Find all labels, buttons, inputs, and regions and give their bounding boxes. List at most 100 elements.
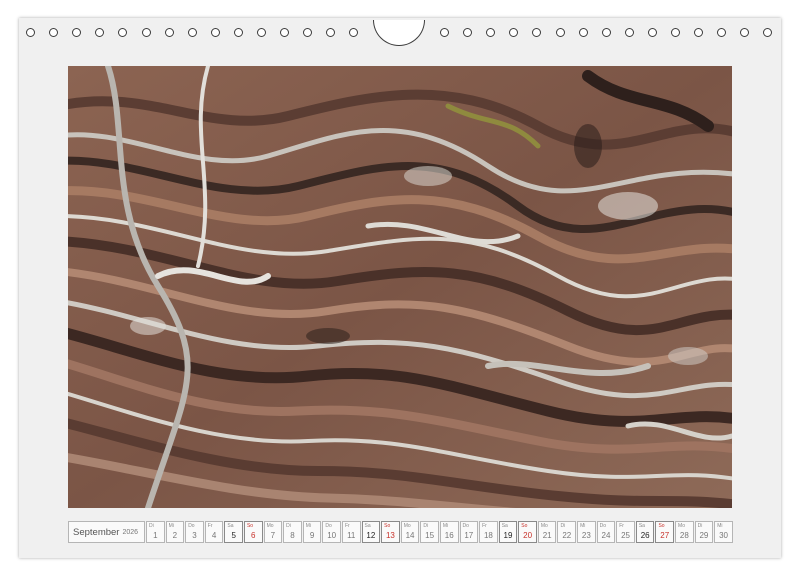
day-number: 26: [640, 531, 650, 540]
day-number: 7: [270, 531, 276, 540]
binding-ring: [509, 28, 519, 37]
day-cell: Sa 19: [498, 521, 518, 543]
binding-ring: [486, 28, 496, 37]
month-calendar-strip: September 2026 Di 1 Mi 2 Do 3 Fr 4 Sa 5 So 6 Mo 7 Di 8 M…: [68, 521, 733, 543]
binding-ring: [26, 28, 35, 37]
day-number: 18: [483, 531, 493, 540]
day-cell: Do 24: [596, 521, 616, 543]
day-cell: Mi 16: [439, 521, 459, 543]
binding-ring: [303, 28, 313, 37]
weekday-label: Sa: [364, 523, 371, 529]
binding-ring: [95, 28, 105, 37]
day-number: 27: [660, 531, 670, 540]
rock-texture-image: [68, 66, 732, 508]
weekday-label: Do: [462, 523, 469, 529]
day-number: 8: [290, 531, 295, 540]
day-cell: Mo 7: [263, 521, 283, 543]
day-number: 25: [621, 531, 630, 540]
day-cell: Mi 2: [165, 521, 185, 543]
month-label-cell: September 2026: [68, 521, 145, 543]
weekday-label: Do: [325, 523, 332, 529]
weekday-label: Mo: [266, 523, 274, 529]
binding-ring: [280, 28, 290, 37]
weekday-label: Fr: [619, 523, 624, 529]
weekday-label: Do: [188, 523, 195, 529]
weekday-label: Sa: [638, 523, 645, 529]
weekday-label: So: [246, 523, 254, 529]
day-number: 1: [153, 531, 158, 540]
day-cell: Di 15: [420, 521, 439, 543]
day-number: 9: [309, 531, 315, 540]
day-cell: Sa 5: [224, 521, 243, 543]
day-number: 5: [231, 531, 236, 540]
day-number: 29: [699, 531, 709, 540]
day-number: 12: [366, 531, 376, 540]
weekday-label: Mo: [403, 523, 411, 529]
day-cell: Di 8: [283, 521, 302, 543]
binding-ring: [671, 28, 680, 37]
day-cell: So 6: [243, 521, 263, 543]
binding-ring: [532, 28, 542, 37]
day-cell: Mo 21: [537, 521, 557, 543]
day-cell: Fr 11: [341, 521, 361, 543]
day-cell: Mi 23: [577, 521, 596, 543]
binding-ring: [647, 28, 657, 37]
day-number: 13: [385, 531, 395, 540]
weekday-label: So: [658, 523, 665, 529]
weekday-label: Fr: [207, 523, 213, 529]
day-cell: Di 1: [146, 521, 165, 543]
day-number: 10: [327, 531, 337, 540]
binding-ring: [763, 28, 773, 37]
day-number: 3: [192, 531, 197, 540]
binding-ring: [349, 28, 359, 37]
day-number: 11: [347, 531, 356, 540]
weekday-label: Mo: [540, 523, 548, 529]
day-number: 16: [444, 531, 454, 540]
day-cell: So 13: [381, 521, 400, 543]
binding-ring: [601, 28, 611, 37]
month-name: September: [73, 526, 120, 538]
weekday-label: Mi: [717, 523, 723, 529]
day-cell: So 27: [655, 521, 675, 543]
binding-ring: [257, 28, 266, 37]
weekday-label: Fr: [344, 523, 350, 529]
day-number: 15: [425, 531, 435, 540]
day-cell: Fr 25: [616, 521, 635, 543]
binding-ring: [555, 28, 565, 37]
weekday-label: Di: [697, 523, 703, 529]
day-cell: Sa 12: [361, 521, 381, 543]
day-number: 23: [581, 531, 591, 540]
weekday-label: Di: [423, 523, 429, 529]
day-number: 28: [679, 531, 689, 540]
day-cell: Fr 4: [204, 521, 224, 543]
weekday-label: Mi: [580, 523, 586, 529]
binding-ring: [187, 28, 197, 37]
day-cell: Mo 14: [400, 521, 420, 543]
binding-ring: [164, 28, 174, 37]
day-number: 19: [503, 531, 513, 540]
binding-ring: [440, 28, 449, 37]
binding-ring: [463, 28, 473, 37]
binding-ring: [233, 28, 243, 37]
rock-photo: [68, 66, 732, 508]
binding-ring: [72, 28, 82, 37]
day-cell: Sa 26: [635, 521, 655, 543]
weekday-label: Fr: [482, 523, 487, 529]
weekday-label: So: [384, 523, 391, 529]
binding-ring: [49, 28, 59, 37]
day-number: 4: [211, 531, 217, 540]
binding-ring: [740, 28, 750, 37]
day-number: 6: [251, 531, 256, 540]
weekday-label: Mo: [678, 523, 685, 529]
day-cell: Do 3: [185, 521, 204, 543]
day-cell: Di 29: [694, 521, 714, 543]
weekday-label: Di: [560, 523, 566, 529]
binding-ring: [141, 28, 151, 37]
day-number: 22: [562, 531, 572, 540]
day-cell: Do 10: [322, 521, 341, 543]
day-cell: So 20: [518, 521, 537, 543]
day-number: 14: [405, 531, 415, 540]
weekday-label: Sa: [501, 523, 508, 529]
day-cell: Do 17: [459, 521, 479, 543]
day-number: 2: [172, 531, 178, 540]
